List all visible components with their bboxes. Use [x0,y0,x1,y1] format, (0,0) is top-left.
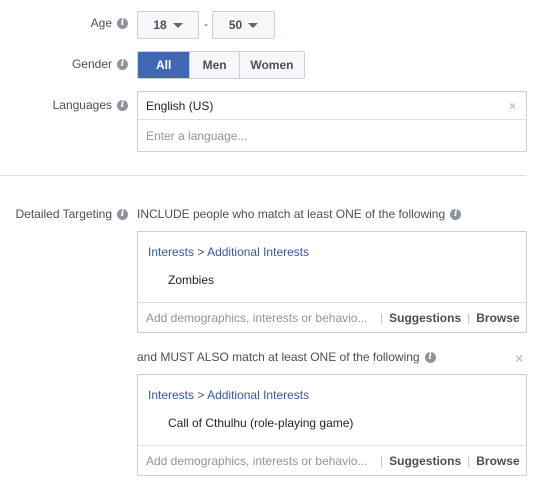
info-icon[interactable]: i [450,208,462,220]
crumb-separator: > [197,245,205,259]
info-icon[interactable]: i [424,351,436,363]
info-icon[interactable]: i [117,58,128,70]
close-icon[interactable]: × [509,99,516,113]
info-icon[interactable]: i [117,17,128,29]
age-label-text: Age [90,16,112,30]
age-separator: - [204,17,208,31]
targeting-item[interactable]: Zombies [168,273,214,287]
languages-label: Languages i [53,98,128,112]
must-heading: and MUST ALSO match at least ONE of the … [137,350,436,364]
info-icon[interactable]: i [117,208,128,220]
crumb-separator: > [197,388,205,402]
age-max-dropdown[interactable]: 50 [212,11,275,39]
gender-label: Gender i [72,57,128,71]
language-selected: English (US) [146,98,214,113]
include-heading-text: INCLUDE people who match at least ONE of… [137,207,446,221]
languages-label-text: Languages [52,98,112,112]
browse-link[interactable]: Browse [476,311,519,325]
targeting-item[interactable]: Call of Cthulhu (role-playing game) [168,416,353,430]
age-max-value: 50 [228,18,243,32]
must-targeting-box: Interests > Additional Interests Call of… [137,374,527,476]
gender-all-button[interactable]: All [138,52,190,78]
age-min-dropdown[interactable]: 18 [137,11,199,39]
info-icon[interactable]: i [117,99,128,111]
crumb-interests[interactable]: Interests [148,245,194,259]
must-heading-text: and MUST ALSO match at least ONE of the … [137,350,420,364]
detailed-targeting-label-text: Detailed Targeting [15,207,112,221]
crumb-additional-interests[interactable]: Additional Interests [207,388,309,402]
gender-women-button[interactable]: Women [238,52,304,78]
gender-segmented-control: All Men Women [137,51,305,79]
footer-divider: | [380,310,384,325]
crumb-interests[interactable]: Interests [148,388,194,402]
suggestions-link[interactable]: Suggestions [389,454,461,468]
section-divider [0,175,526,176]
targeting-footer: Add demographics, interests or behavio..… [138,445,526,475]
gender-men-button[interactable]: Men [189,52,239,78]
chevron-down-icon [172,22,183,28]
languages-box: English (US) × Enter a language... [137,91,527,152]
targeting-search-input[interactable]: Add demographics, interests or behavio..… [138,311,374,325]
breadcrumb: Interests > Additional Interests [148,245,309,259]
include-heading: INCLUDE people who match at least ONE of… [137,207,462,221]
age-label: Age i [91,16,128,30]
detailed-targeting-label: Detailed Targeting i [15,207,128,221]
footer-divider: | [380,453,384,468]
gender-label-text: Gender [71,57,112,71]
chevron-down-icon [248,22,259,28]
crumb-additional-interests[interactable]: Additional Interests [207,245,309,259]
age-min-value: 18 [153,18,167,32]
close-icon[interactable]: × [515,350,523,366]
footer-divider: | [467,453,471,468]
language-selected-row: English (US) × [138,92,526,120]
browse-link[interactable]: Browse [476,454,519,468]
breadcrumb: Interests > Additional Interests [148,388,309,402]
targeting-search-input[interactable]: Add demographics, interests or behavio..… [138,454,374,468]
suggestions-link[interactable]: Suggestions [389,311,461,325]
footer-divider: | [467,310,471,325]
targeting-footer: Add demographics, interests or behavio..… [138,302,526,332]
language-input[interactable]: Enter a language... [138,120,526,151]
include-targeting-box: Interests > Additional Interests Zombies… [137,231,527,333]
